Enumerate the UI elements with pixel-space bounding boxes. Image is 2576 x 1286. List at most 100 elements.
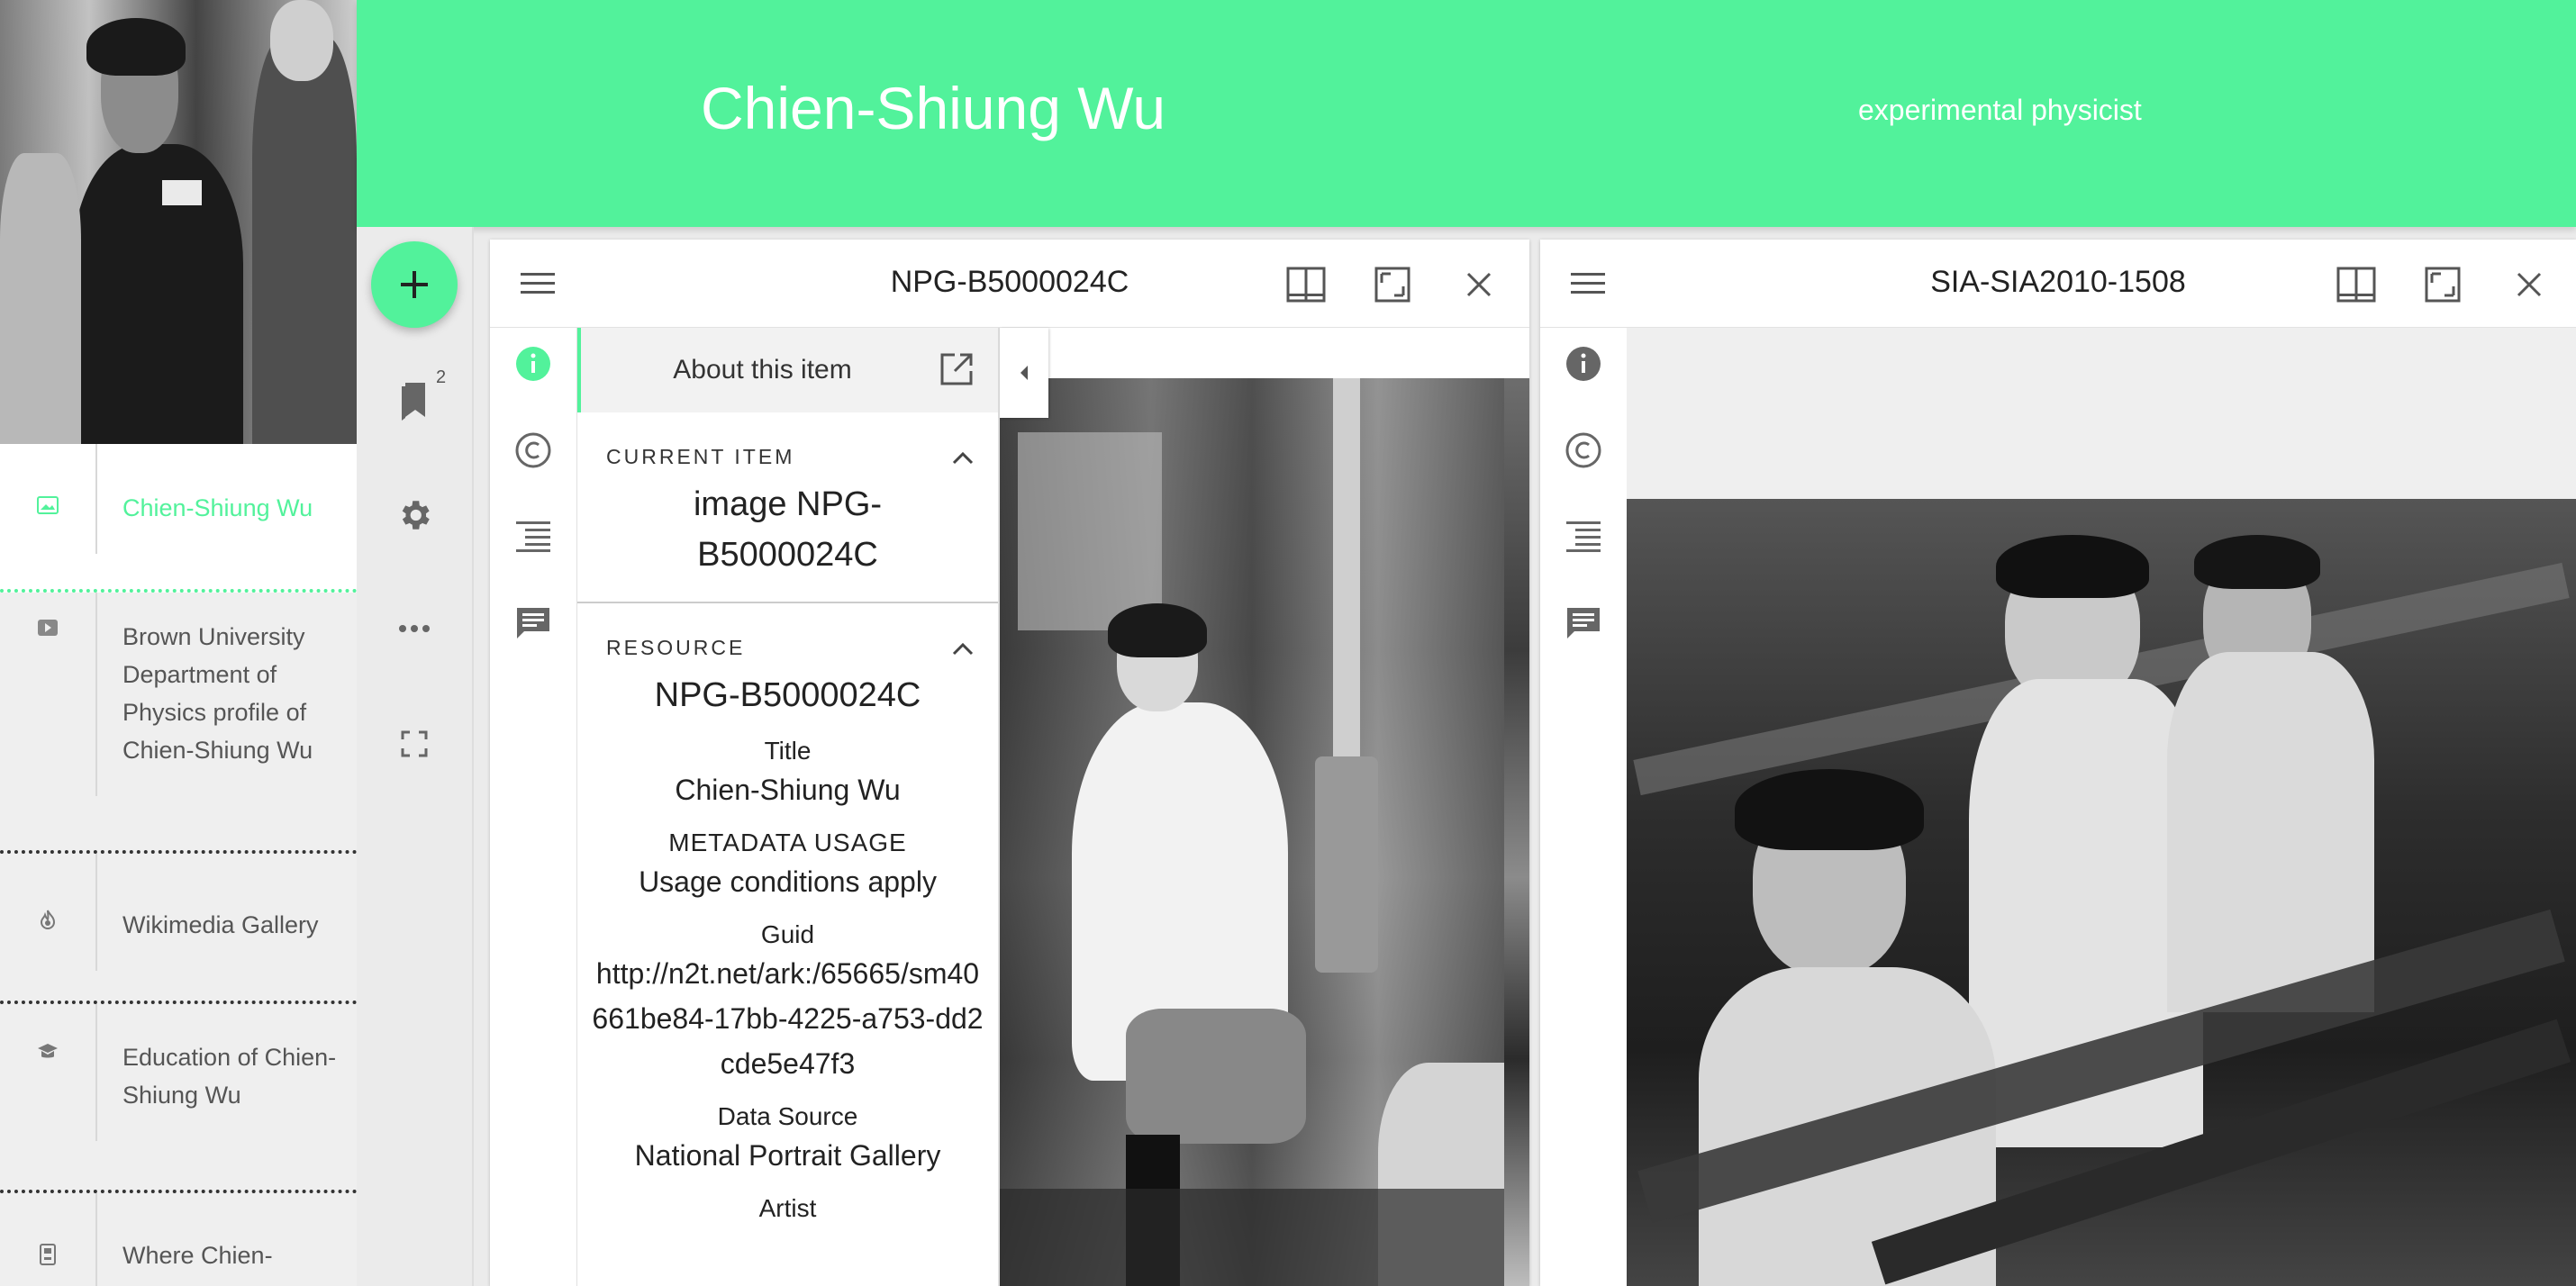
chevron-up-icon [952, 642, 974, 656]
building-icon [0, 1193, 95, 1265]
maximize-button[interactable] [2419, 261, 2466, 308]
toc-icon [1566, 521, 1601, 552]
maximize-icon [1374, 267, 1410, 303]
hamburger-icon [521, 273, 555, 294]
resource-section-header: RESOURCE [577, 603, 998, 666]
close-window-button[interactable] [1456, 261, 1502, 308]
viewer-image-canvas[interactable] [1000, 378, 1529, 1286]
settings-button[interactable] [387, 488, 441, 542]
window-topbar: NPG-B5000024C [490, 240, 1529, 328]
window-topbar: SIA-SIA2010-1508 [1540, 240, 2576, 328]
maximize-icon [2425, 267, 2461, 303]
about-item-label: About this item [673, 355, 852, 385]
window-body [1540, 328, 2576, 1286]
annotations-panel-button[interactable] [510, 600, 557, 647]
chevron-up-icon [952, 451, 974, 465]
current-item-value: image NPG-B5000024C [693, 485, 883, 574]
index-panel-button[interactable] [510, 513, 557, 560]
image-icon [0, 444, 95, 514]
external-link-icon [940, 353, 973, 385]
sidebar-item-label: Wikimedia Gallery [95, 854, 357, 971]
metadata-label: Artist [758, 1194, 817, 1222]
collapse-resource-button[interactable] [951, 638, 975, 662]
sidebar-item-education[interactable]: Education of Chien-Shiung Wu [0, 1004, 357, 1193]
window-body: About this item CURRENT ITEM image NPG-B… [490, 328, 1529, 1286]
sidebar-item-label: Where Chien- [95, 1193, 357, 1286]
copyright-icon [1565, 432, 1601, 468]
sidebar-item-where[interactable]: Where Chien- [0, 1193, 357, 1286]
comment-icon [1567, 608, 1600, 638]
copyright-icon [515, 432, 551, 468]
annotations-panel-button[interactable] [1560, 600, 1607, 647]
book-view-icon [2336, 267, 2376, 303]
close-window-button[interactable] [2506, 261, 2553, 308]
sidebar-nav: Chien-Shiung Wu Brown University Departm… [0, 444, 357, 1286]
rights-panel-button[interactable] [510, 427, 557, 474]
close-icon [1466, 272, 1492, 297]
info-icon [516, 347, 550, 381]
info-icon [1566, 347, 1601, 381]
bookmarks-button[interactable] [387, 373, 441, 427]
companion-rail [1540, 328, 1627, 1286]
info-panel-button[interactable] [1560, 340, 1607, 387]
window-menu-button[interactable] [515, 261, 560, 306]
companion-rail [490, 328, 576, 1286]
mirador-window-1: NPG-B5000024C About this item CURRENT IT… [490, 240, 1529, 1286]
graduation-cap-icon [0, 1004, 95, 1062]
page-header: Chien-Shiung Wu experimental physicist [357, 0, 2576, 227]
viewer-background [1627, 328, 2576, 499]
left-sidebar: Chien-Shiung Wu Brown University Departm… [0, 0, 357, 1286]
page-subtitle: experimental physicist [1858, 94, 2142, 126]
metadata-label: Data Source [717, 1102, 858, 1130]
add-resource-button[interactable] [371, 241, 458, 328]
metadata-label: Guid [760, 920, 815, 948]
maximize-button[interactable] [1369, 261, 1416, 308]
app-root: Chien-Shiung Wu Brown University Departm… [0, 0, 2576, 1286]
book-view-icon [1286, 267, 1326, 303]
sidebar-item-chien-shiung-wu[interactable]: Chien-Shiung Wu [0, 444, 357, 593]
plus-icon [401, 271, 428, 298]
metadata-value: National Portrait Gallery [634, 1139, 941, 1172]
current-item-heading: CURRENT ITEM [606, 445, 795, 468]
mirador-window-2: SIA-SIA2010-1508 [1540, 240, 2576, 1286]
sidebar-item-brown-university[interactable]: Brown University Department of Physics p… [0, 593, 357, 854]
bookmark-count: 2 [436, 367, 447, 387]
fullscreen-button[interactable] [387, 717, 441, 771]
page-title: Chien-Shiung Wu [701, 75, 1166, 141]
info-panel-button[interactable] [510, 340, 557, 387]
resource-heading: RESOURCE [606, 636, 746, 659]
resource-value: NPG-B5000024C [654, 676, 921, 714]
sidebar-item-label: Chien-Shiung Wu [95, 444, 357, 554]
rights-panel-button[interactable] [1560, 427, 1607, 474]
sidebar-item-label: Education of Chien-Shiung Wu [95, 1004, 357, 1141]
close-icon [2517, 272, 2542, 297]
fullscreen-icon [401, 730, 428, 757]
metadata-label: METADATA USAGE [668, 829, 907, 856]
index-panel-button[interactable] [1560, 513, 1607, 560]
hero-photo [0, 0, 357, 444]
toc-icon [516, 521, 550, 552]
gear-icon [402, 501, 430, 530]
about-item-header: About this item [577, 328, 998, 412]
metadata-value: Usage conditions apply [639, 865, 937, 898]
information-panel: About this item CURRENT ITEM image NPG-B… [576, 328, 1000, 1286]
guid-link[interactable]: http://n2t.net/ark:/65665/sm40661be84-17… [577, 951, 998, 1086]
comment-icon [517, 608, 549, 638]
window-menu-button[interactable] [1565, 261, 1610, 306]
current-item-section-header: CURRENT ITEM [577, 412, 998, 475]
split-view-button[interactable] [1283, 261, 1329, 308]
viewer-image-canvas[interactable] [1627, 499, 2576, 1286]
more-options-button[interactable] [387, 602, 441, 656]
metadata-label: Title [764, 737, 812, 765]
more-horizontal-icon [399, 625, 430, 632]
chevron-left-icon [1020, 366, 1028, 380]
metadata-value: Chien-Shiung Wu [675, 774, 901, 806]
sidebar-item-label: Brown University Department of Physics p… [95, 593, 357, 796]
collapse-panel-button[interactable] [1000, 328, 1048, 418]
collapse-current-item-button[interactable] [951, 447, 975, 471]
open-external-button[interactable] [939, 351, 975, 392]
split-view-button[interactable] [2333, 261, 2380, 308]
fire-icon [0, 854, 95, 931]
video-icon [0, 593, 95, 636]
sidebar-item-wikimedia-gallery[interactable]: Wikimedia Gallery [0, 854, 357, 1004]
